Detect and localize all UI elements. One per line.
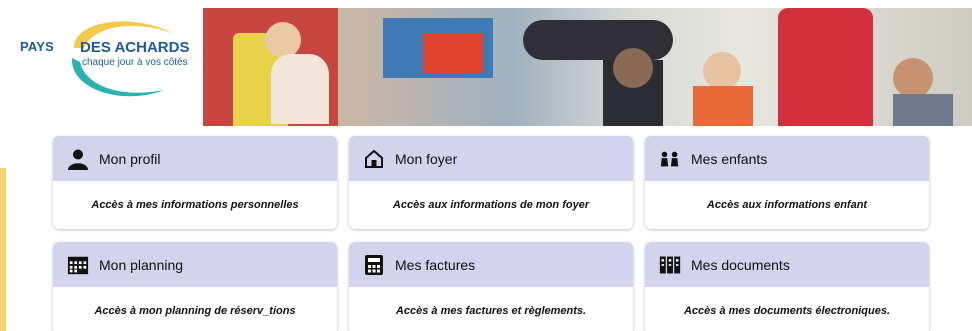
logo[interactable]: PAYS DES ACHARDS chaque jour à vos côtés xyxy=(14,10,204,110)
tile-title: Mon profil xyxy=(99,150,161,167)
children-icon xyxy=(659,148,681,170)
logo-tagline: chaque jour à vos côtés xyxy=(82,57,188,68)
tile-header: Mon profil xyxy=(53,136,337,181)
tile-header: Mes factures xyxy=(349,242,633,287)
tile-body: Accès à mon planning de réserv_tions xyxy=(53,287,337,331)
user-icon xyxy=(67,148,89,170)
logo-pays-text: PAYS xyxy=(20,39,55,54)
tile-description: Accès à mes documents électroniques. xyxy=(683,305,891,317)
tile-description: Accès aux informations enfant xyxy=(706,199,868,211)
banner-photo xyxy=(203,8,972,126)
tile-title: Mes enfants xyxy=(691,150,768,167)
tile-body: Accès aux informations enfant xyxy=(645,181,929,229)
banner-top-strip xyxy=(203,0,972,8)
tile-title: Mon planning xyxy=(99,256,184,273)
tile-header: Mes enfants xyxy=(645,136,929,181)
calendar-icon xyxy=(67,254,89,276)
tile-mon-foyer[interactable]: Mon foyer Accès aux informations de mon … xyxy=(349,136,633,229)
tile-description: Accès aux informations de mon foyer xyxy=(392,199,590,211)
tile-mon-planning[interactable]: Mon planning Accès à mon planning de rés… xyxy=(53,242,337,331)
calculator-icon xyxy=(363,254,385,276)
house-icon xyxy=(363,148,385,170)
tile-description: Accès à mes informations personnelles xyxy=(91,199,299,211)
tile-body: Accès aux informations de mon foyer xyxy=(349,181,633,229)
tile-mes-documents[interactable]: Mes documents Accès à mes documents élec… xyxy=(645,242,929,331)
tile-mes-enfants[interactable]: Mes enfants Accès aux informations enfan… xyxy=(645,136,929,229)
tile-body: Accès à mes informations personnelles xyxy=(53,181,337,229)
tile-title: Mon foyer xyxy=(395,150,458,167)
tile-header: Mon planning xyxy=(53,242,337,287)
tile-description: Accès à mon planning de réserv_tions xyxy=(94,305,296,317)
left-accent-bar xyxy=(0,168,6,331)
tile-description: Accès à mes factures et règlements. xyxy=(395,305,587,317)
tile-title: Mes documents xyxy=(691,256,790,273)
tile-header: Mes documents xyxy=(645,242,929,287)
logo-title-text: DES ACHARDS xyxy=(80,39,190,56)
tile-body: Accès à mes factures et règlements. xyxy=(349,287,633,331)
tile-header: Mon foyer xyxy=(349,136,633,181)
documents-icon xyxy=(659,254,681,276)
tile-mes-factures[interactable]: Mes factures Accès à mes factures et règ… xyxy=(349,242,633,331)
header: PAYS DES ACHARDS chaque jour à vos côtés xyxy=(0,0,972,126)
tile-body: Accès à mes documents électroniques. xyxy=(645,287,929,331)
tile-title: Mes factures xyxy=(395,256,476,273)
page: PAYS DES ACHARDS chaque jour à vos côtés xyxy=(0,0,972,331)
tile-mon-profil[interactable]: Mon profil Accès à mes informations pers… xyxy=(53,136,337,229)
